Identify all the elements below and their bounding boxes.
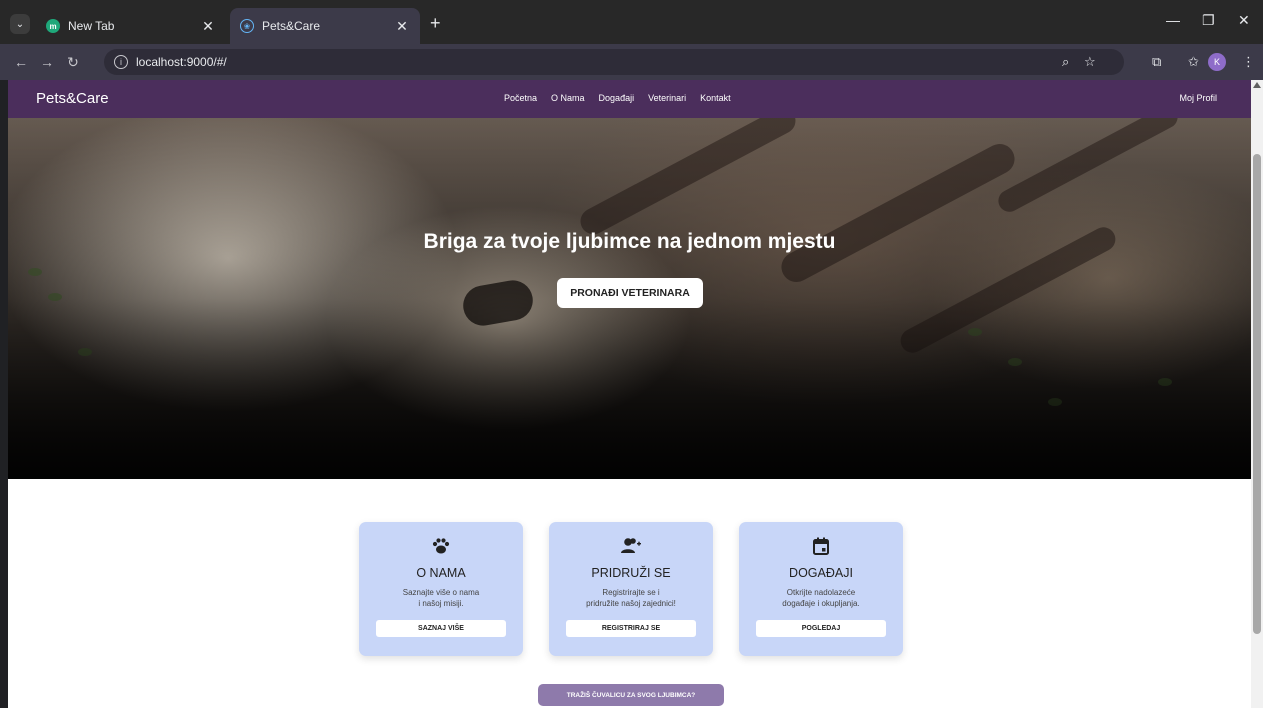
register-button[interactable]: REGISTRIRAJ SE: [566, 620, 696, 637]
close-tab-icon[interactable]: ✕: [200, 18, 216, 35]
scroll-up-arrow-icon[interactable]: [1253, 82, 1261, 88]
feature-cards: O NAMA Saznajte više o nama i našoj misi…: [359, 522, 903, 656]
reload-icon[interactable]: ↻: [60, 54, 86, 71]
extensions-icon[interactable]: ⧉: [1152, 54, 1161, 70]
card-description-line: i našoj misiji.: [418, 599, 464, 608]
add-user-icon: [549, 536, 713, 558]
nav-link-o-nama[interactable]: O Nama: [551, 93, 585, 103]
page-viewport: Pets&Care Početna O Nama Događaji Veteri…: [8, 80, 1251, 708]
paw-icon: [359, 536, 523, 558]
restore-icon[interactable]: ❐: [1202, 12, 1215, 29]
close-window-icon[interactable]: ✕: [1238, 12, 1250, 29]
tab-title: Pets&Care: [262, 19, 321, 33]
bookmark-star-icon[interactable]: ☆: [1084, 54, 1096, 70]
back-icon[interactable]: ←: [8, 54, 34, 70]
card-events: DOGAĐAJI Otkrijte nadolazeće događaje i …: [739, 522, 903, 656]
card-description-line: pridružite našoj zajednici!: [586, 599, 676, 608]
card-description: Registrirajte se i pridružite našoj zaje…: [563, 587, 699, 609]
minimize-icon[interactable]: —: [1166, 12, 1180, 28]
browser-tab-bar: ⌄ m New Tab ✕ ❀ Pets&Care ✕ + — ❐ ✕: [0, 0, 1263, 44]
calendar-icon: [739, 536, 903, 558]
card-description: Otkrijte nadolazeće događaje i okupljanj…: [753, 587, 889, 609]
site-navbar: Pets&Care Početna O Nama Događaji Veteri…: [8, 80, 1251, 118]
site-favicon-icon: ❀: [240, 19, 254, 33]
card-title: O NAMA: [416, 566, 466, 580]
my-profile-link[interactable]: Moj Profil: [1179, 93, 1217, 103]
hero-banner: Briga za tvoje ljubimce na jednom mjestu…: [8, 118, 1251, 479]
url-text: localhost:9000/#/: [136, 55, 227, 69]
bookmarks-icon[interactable]: ✩: [1188, 54, 1199, 70]
nav-link-veterinari[interactable]: Veterinari: [648, 93, 686, 103]
site-info-icon[interactable]: i: [114, 55, 128, 69]
card-title: DOGAĐAJI: [789, 566, 853, 580]
page-scrollbar[interactable]: [1251, 80, 1263, 708]
new-tab-button[interactable]: +: [430, 14, 441, 32]
tab-title: New Tab: [68, 19, 115, 33]
hero-title: Briga za tvoje ljubimce na jednom mjestu: [423, 230, 836, 253]
scrollbar-thumb[interactable]: [1253, 154, 1261, 634]
learn-more-button[interactable]: SAZNAJ VIŠE: [376, 620, 506, 637]
card-description: Saznajte više o nama i našoj misiji.: [373, 587, 509, 609]
profile-avatar[interactable]: K: [1208, 53, 1226, 71]
card-description-line: Registrirajte se i: [602, 588, 660, 597]
close-tab-icon[interactable]: ✕: [394, 18, 410, 35]
zoom-icon[interactable]: ⌕: [1062, 54, 1069, 70]
forward-icon[interactable]: →: [34, 54, 60, 70]
tab-new-tab[interactable]: m New Tab ✕: [36, 8, 226, 44]
nav-link-pocetna[interactable]: Početna: [504, 93, 537, 103]
card-description-line: Saznajte više o nama: [402, 588, 480, 597]
view-events-button[interactable]: POGLEDAJ: [756, 620, 886, 637]
card-join-us: PRIDRUŽI SE Registrirajte se i pridružit…: [549, 522, 713, 656]
tab-pets-care[interactable]: ❀ Pets&Care ✕: [230, 8, 420, 44]
site-logo[interactable]: Pets&Care: [36, 90, 109, 107]
menu-dots-icon[interactable]: ⋮: [1242, 54, 1255, 70]
new-tab-favicon-icon: m: [46, 19, 60, 33]
find-pet-sitter-button[interactable]: TRAŽIŠ ČUVALICU ZA SVOG LJUBIMCA?: [538, 684, 724, 706]
card-description-line: događaje i okupljanja.: [782, 599, 860, 608]
card-description-line: Otkrijte nadolazeće: [786, 588, 856, 597]
card-about-us: O NAMA Saznajte više o nama i našoj misi…: [359, 522, 523, 656]
nav-links: Početna O Nama Događaji Veterinari Konta…: [504, 93, 731, 103]
nav-link-kontakt[interactable]: Kontakt: [700, 93, 731, 103]
address-bar[interactable]: i localhost:9000/#/: [104, 49, 1124, 75]
find-vet-button[interactable]: PRONAĐI VETERINARA: [557, 278, 703, 308]
tab-search-button[interactable]: ⌄: [10, 14, 30, 34]
browser-toolbar: ← → ↻ i localhost:9000/#/ ⌕ ☆ ⧉ ✩ K ⋮: [0, 44, 1263, 80]
card-title: PRIDRUŽI SE: [591, 566, 671, 580]
nav-link-dogadaji[interactable]: Događaji: [599, 93, 635, 103]
